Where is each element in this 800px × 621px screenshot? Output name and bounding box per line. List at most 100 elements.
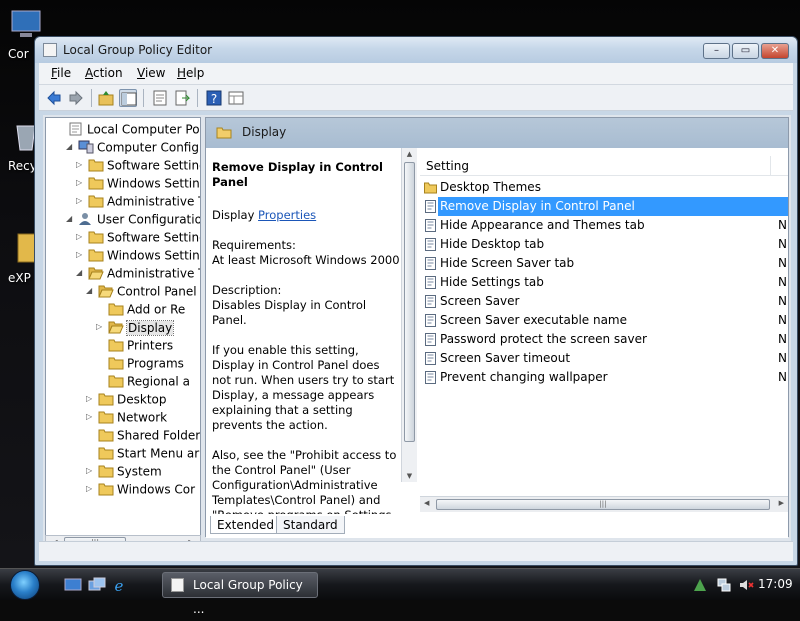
tree-item[interactable]: ◢ Administrative Te [76,264,200,282]
expand-icon[interactable]: ▷ [76,246,86,264]
tree-item[interactable]: ▷ Windows Cor [86,480,195,498]
list-horizontal-scrollbar[interactable]: ◀ ||| ▶ [420,496,788,512]
tab-extended[interactable]: Extended [210,516,281,534]
column-divider[interactable] [770,156,771,176]
list-item[interactable]: Hide Screen Saver tab N [420,254,788,273]
list-item[interactable]: Remove Display in Control Panel [420,197,788,216]
internet-explorer-icon[interactable]: e [110,577,128,593]
tree-item[interactable]: ◢ Control Panel [86,282,197,300]
tree-item[interactable]: Printers [96,336,173,354]
description-vertical-scrollbar[interactable]: ▲ ▼ [401,148,417,482]
show-hide-tree-icon[interactable] [119,89,137,107]
list-item-label: Desktop Themes [440,180,541,194]
tree-view[interactable]: Local Computer Policy ◢ Computer Configura… [45,117,201,537]
tree-item[interactable]: ▷ Desktop [86,390,167,408]
tree-item[interactable]: ◢ Computer Configura [66,138,200,156]
expand-icon[interactable]: ▷ [76,174,86,192]
list-header: Setting [420,156,788,176]
menu-action[interactable]: Action [85,66,123,80]
tree-item[interactable]: ▷ Administrative Te [76,192,200,210]
column-header-setting[interactable]: Setting [426,159,469,173]
list-item[interactable]: Desktop Themes [420,178,788,197]
collapse-icon[interactable]: ◢ [66,138,76,156]
start-button[interactable] [10,570,40,600]
tree-item[interactable]: ▷ Network [86,408,167,426]
scroll-thumb[interactable] [404,162,415,442]
tree-item[interactable]: ▷ Windows Setting [76,174,200,192]
tree-item[interactable]: ▷ Windows Setting [76,246,201,264]
clock[interactable]: 17:09 [758,577,793,591]
title-bar[interactable]: Local Group Policy Editor – ▭ ✕ [35,37,797,63]
display-properties-line: Display Properties [212,208,317,222]
list-item-state: N [778,332,787,346]
properties-link[interactable]: Properties [258,208,316,222]
volume-muted-icon[interactable] [738,577,754,593]
taskbar-button-gpedit[interactable]: Local Group Policy ... [162,572,318,616]
tree-item-label: Start Menu ar [117,446,200,461]
collapse-icon[interactable]: ◢ [76,264,86,282]
menu-view[interactable]: View [137,66,165,80]
tree-item[interactable]: Local Computer Policy [56,120,200,138]
tree-item-label: Computer Configura [97,140,200,155]
switch-windows-icon[interactable] [88,577,106,593]
minimize-button[interactable]: – [703,43,730,59]
tree-item-label: Windows Setting [107,248,201,263]
tree-item[interactable]: Add or Re [96,300,185,318]
expand-icon[interactable]: ▷ [76,192,86,210]
scroll-left-icon[interactable]: ◀ [424,499,429,507]
expand-icon[interactable]: ▷ [76,228,86,246]
folder-open-icon [88,266,104,280]
menu-file[interactable]: File [51,66,71,80]
menu-help[interactable]: Help [177,66,204,80]
expand-icon[interactable]: ▷ [86,408,96,426]
scroll-right-icon[interactable]: ▶ [779,499,784,507]
list-item[interactable]: Screen Saver N [420,292,788,311]
tree-item[interactable]: ◢ User Configuration [66,210,200,228]
back-icon[interactable] [45,89,63,107]
network-icon[interactable] [716,577,732,593]
collapse-icon[interactable]: ◢ [86,282,96,300]
list-item[interactable]: Screen Saver executable name N [420,311,788,330]
list-item[interactable]: Hide Desktop tab N [420,235,788,254]
list-item[interactable]: Screen Saver timeout N [420,349,788,368]
tree-item[interactable]: Shared Folder [86,426,200,444]
tree-item[interactable]: Programs [96,354,184,372]
tree-item[interactable]: ▷ Display [96,318,175,336]
maximize-button[interactable]: ▭ [732,43,759,59]
expand-icon[interactable]: ▷ [76,156,86,174]
list-item[interactable]: Prevent changing wallpaper N [420,368,788,387]
folder-icon [88,248,104,262]
properties-icon[interactable] [151,89,169,107]
scroll-up-icon[interactable]: ▲ [404,150,415,158]
filter-icon[interactable] [227,89,245,107]
expand-icon[interactable]: ▷ [96,318,106,336]
forward-icon[interactable] [67,89,85,107]
list-item[interactable]: Hide Appearance and Themes tab N [420,216,788,235]
list-item-label: Screen Saver executable name [440,313,628,327]
expand-icon[interactable]: ▷ [86,480,96,498]
expand-icon[interactable]: ▷ [86,462,96,480]
tree-item[interactable]: ▷ Software Settings [76,156,200,174]
up-folder-icon[interactable] [97,89,115,107]
close-button[interactable]: ✕ [761,43,789,59]
computer-icon [78,140,94,154]
tab-standard[interactable]: Standard [276,516,345,534]
tree-item[interactable]: ▷ Software Settings [76,228,200,246]
collapse-icon[interactable]: ◢ [66,210,76,228]
list-item-label: Prevent changing wallpaper [440,370,608,384]
tree-item[interactable]: Regional a [96,372,190,390]
list-item[interactable]: Hide Settings tab N [420,273,788,292]
scroll-down-icon[interactable]: ▼ [404,472,415,480]
tree-item[interactable]: ▷ System [86,462,162,480]
expand-icon[interactable]: ▷ [86,390,96,408]
tree-item[interactable]: Start Menu ar [86,444,199,462]
policy-setting-icon [424,333,437,346]
scroll-thumb[interactable]: ||| [436,499,770,510]
list-item[interactable]: Password protect the screen saver N [420,330,788,349]
export-list-icon[interactable] [173,89,191,107]
show-desktop-icon[interactable] [64,577,82,593]
tree-item-label: Regional a [127,374,190,389]
help-icon[interactable]: ? [205,89,223,107]
tray-update-icon[interactable] [692,577,708,593]
policy-setting-icon [424,371,437,384]
